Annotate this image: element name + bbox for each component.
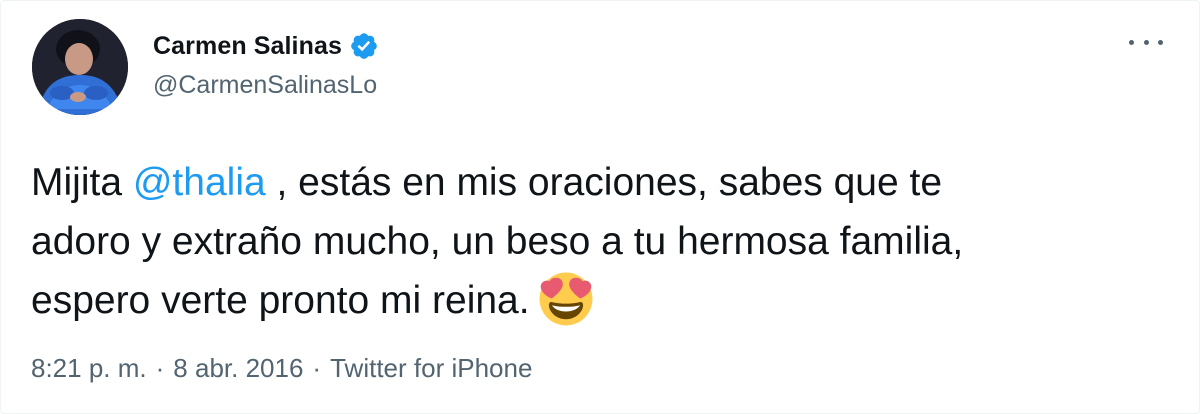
tweet-time[interactable]: 8:21 p. m.: [31, 353, 147, 384]
avatar[interactable]: [32, 19, 128, 115]
tweet-line-1: Mijita @thalia , estás en mis oraciones,…: [31, 153, 1171, 212]
meta-separator: ·: [312, 353, 322, 383]
tweet-line-2: adoro y extraño mucho, un beso a tu herm…: [31, 220, 964, 263]
heart-eyes-emoji-icon: [538, 271, 594, 327]
more-dot: [1158, 39, 1163, 45]
tweet-line-3-text: espero verte pronto mi reina.: [31, 279, 530, 322]
more-dot: [1129, 39, 1134, 45]
tweet-card: Carmen Salinas @CarmenSalinasLo Mijita @…: [0, 0, 1200, 414]
more-dot: [1143, 39, 1149, 45]
author-name[interactable]: Carmen Salinas: [153, 32, 342, 61]
more-options-icon[interactable]: [1129, 31, 1163, 53]
tweet-text-start: Mijita: [31, 161, 133, 204]
author-handle[interactable]: @CarmenSalinasLo: [153, 71, 379, 100]
tweet-metadata: 8:21 p. m. · 8 abr. 2016 · Twitter for i…: [31, 353, 532, 384]
author-name-row: Carmen Salinas: [153, 29, 379, 63]
tweet-line-3: espero verte pronto mi reina.: [31, 271, 1171, 330]
tweet-source[interactable]: Twitter for iPhone: [330, 353, 532, 384]
tweet-text: Mijita @thalia , estás en mis oraciones,…: [31, 153, 1171, 330]
verified-badge-icon: [349, 31, 379, 61]
meta-separator: ·: [155, 353, 165, 383]
mention-link[interactable]: @thalia: [133, 161, 266, 204]
tweet-date[interactable]: 8 abr. 2016: [173, 353, 303, 384]
author-block: Carmen Salinas @CarmenSalinasLo: [153, 29, 379, 100]
tweet-text-rest: , estás en mis oraciones, sabes que te: [265, 161, 943, 204]
avatar-photo-icon: [32, 19, 128, 115]
